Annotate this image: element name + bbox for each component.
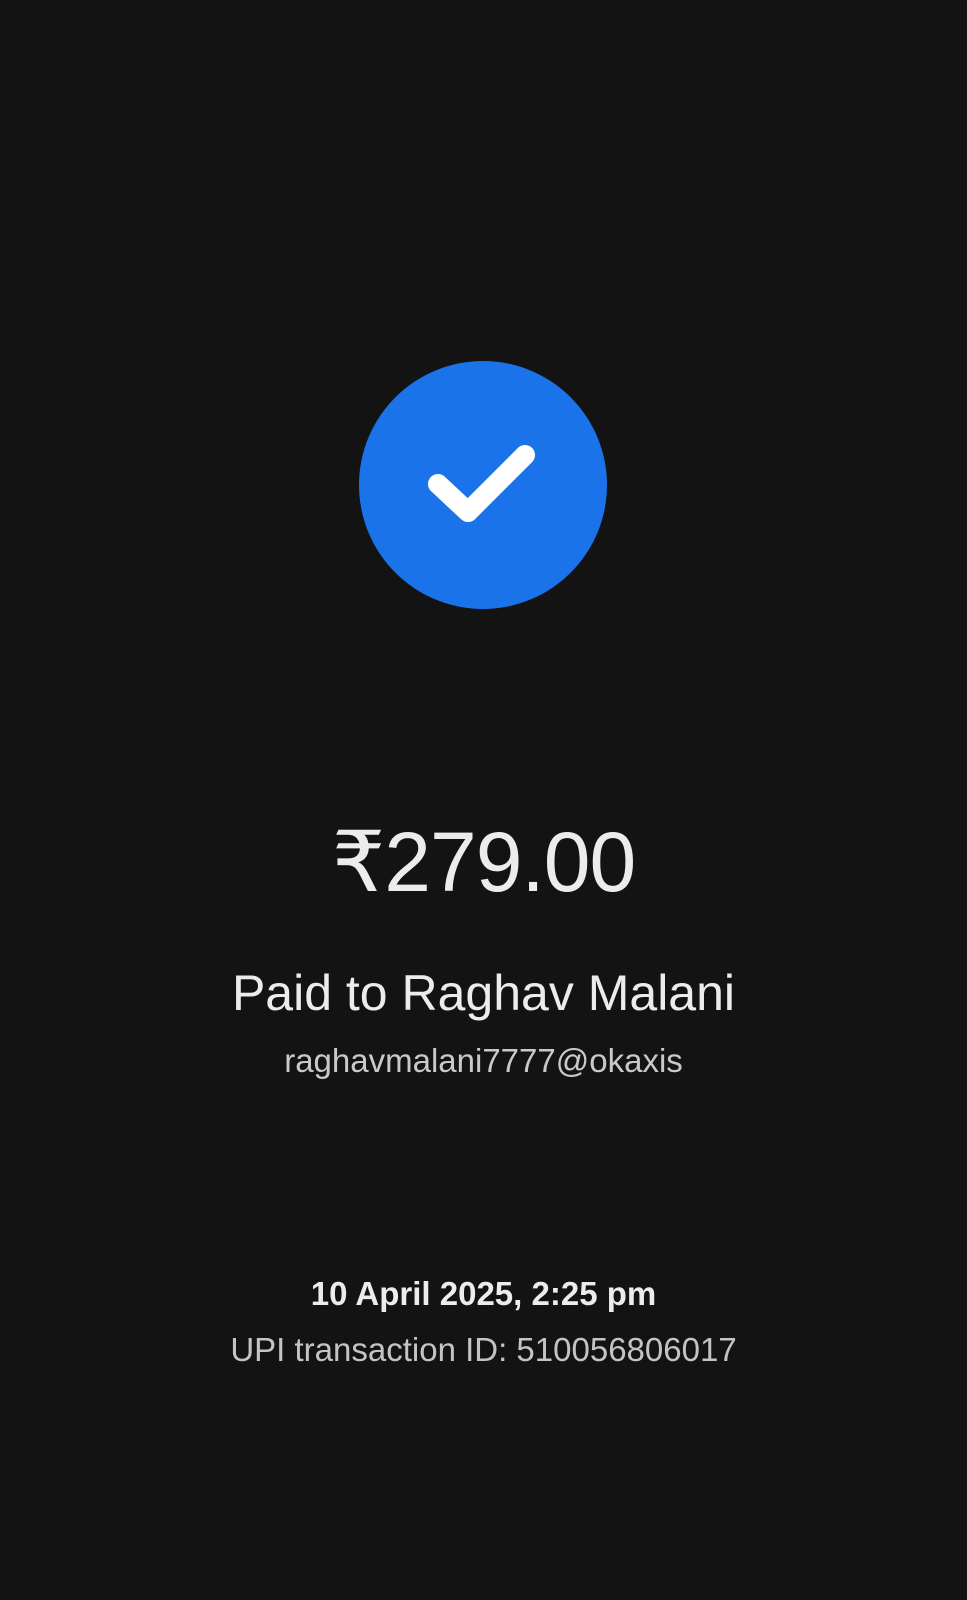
transaction-id: UPI transaction ID: 510056806017 [230,1331,737,1368]
transaction-datetime: 10 April 2025, 2:25 pm [310,1275,657,1312]
payee-name: Paid to Raghav Malani [231,965,736,1021]
payment-amount: ₹279.00 [331,815,636,909]
check-icon [428,445,535,522]
success-badge [359,361,607,609]
payment-success-screen: ₹279.00 Paid to Raghav Malani raghavmala… [0,0,967,1600]
payee-upi-id: raghavmalani7777@okaxis [284,1042,683,1079]
